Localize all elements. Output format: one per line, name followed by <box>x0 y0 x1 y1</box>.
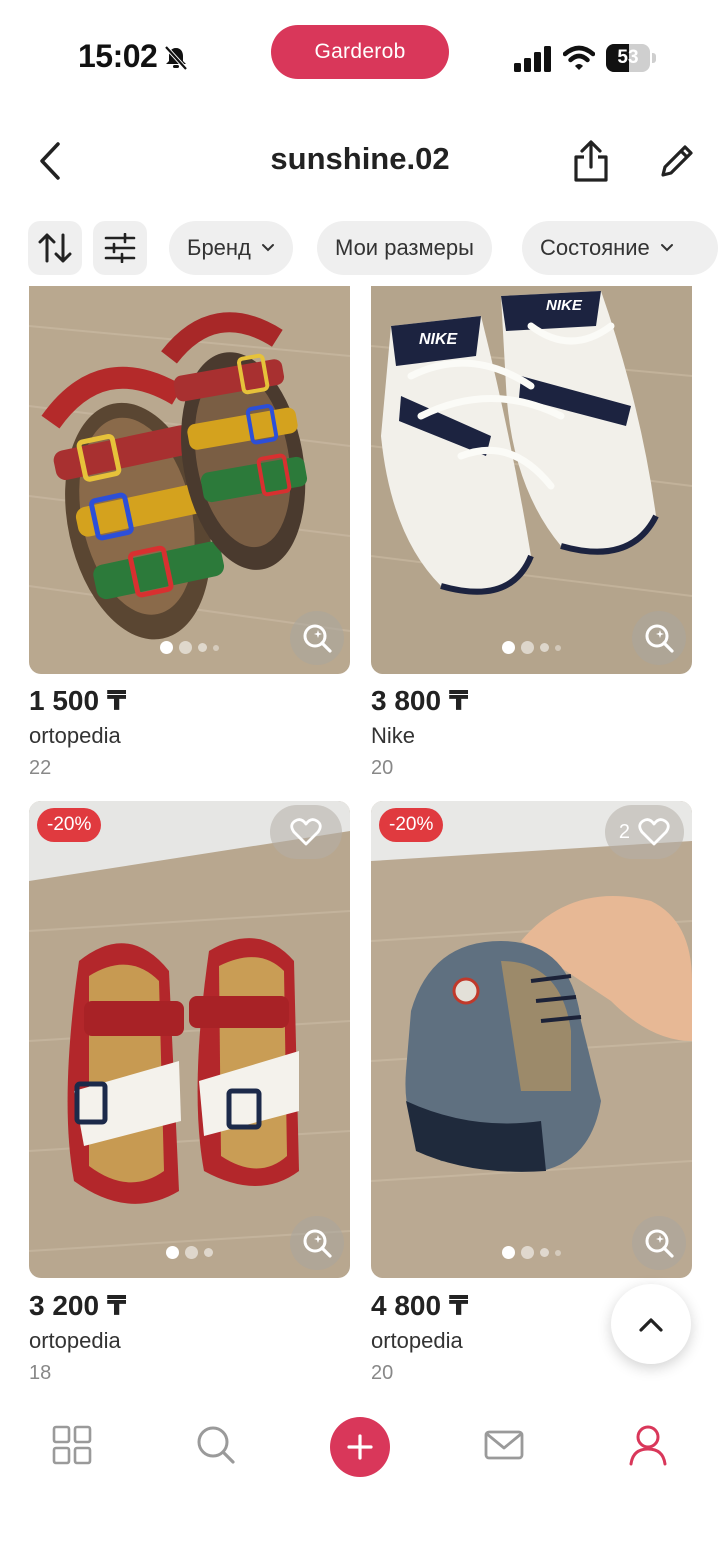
battery-icon: 53 <box>606 44 656 72</box>
product-brand: ortopedia <box>29 723 121 748</box>
product-image[interactable]: NIKE NIKE <box>371 286 692 674</box>
back-button[interactable] <box>28 135 72 187</box>
nav-search[interactable] <box>184 1413 248 1477</box>
product-image[interactable] <box>29 286 350 674</box>
product-brand: Nike <box>371 723 416 748</box>
product-card[interactable]: -20% 3 200 ₸ ortopedia 18 <box>29 801 350 1386</box>
product-brand: ortopedia <box>371 1328 463 1353</box>
zoom-button[interactable] <box>290 1216 344 1270</box>
product-price: 4 800 ₸ <box>371 1290 469 1321</box>
heart-icon <box>638 818 670 846</box>
profile-icon <box>629 1425 667 1466</box>
sliders-icon <box>104 233 136 263</box>
share-icon <box>574 140 608 182</box>
chevron-down-icon <box>660 244 673 252</box>
bell-slash-icon <box>164 45 188 71</box>
battery-level: 53 <box>617 47 639 68</box>
mail-icon <box>484 1430 524 1460</box>
status-bar: 15:02 Garderob 53 <box>0 0 720 110</box>
share-button[interactable] <box>568 135 614 187</box>
wifi-icon <box>563 45 595 70</box>
plus-icon <box>347 1434 373 1460</box>
sort-arrows-icon <box>38 233 72 263</box>
chevron-up-icon <box>639 1318 663 1332</box>
product-image[interactable]: -20% 2 <box>371 801 692 1278</box>
nav-messages[interactable] <box>472 1413 536 1477</box>
nav-profile[interactable] <box>616 1413 680 1477</box>
discount-badge: -20% <box>379 808 444 842</box>
grid-icon <box>52 1425 92 1465</box>
product-image[interactable]: -20% <box>29 801 350 1278</box>
filter-chip-my-sizes[interactable]: Мои размеры <box>317 221 492 275</box>
favorite-button[interactable]: 2 <box>604 805 684 859</box>
page-title: sunshine.02 <box>270 141 450 176</box>
sort-button[interactable] <box>28 221 82 275</box>
header: sunshine.02 <box>0 125 720 197</box>
chevron-down-icon <box>261 244 274 252</box>
filters-button[interactable] <box>93 221 147 275</box>
zoom-button[interactable] <box>290 611 344 665</box>
product-size: 22 <box>29 757 52 779</box>
edit-pencil-icon <box>661 145 693 177</box>
heart-icon <box>290 818 322 846</box>
scroll-to-top-button[interactable] <box>611 1284 691 1364</box>
zoom-button[interactable] <box>632 1216 686 1270</box>
likes-count: 2 <box>618 820 630 843</box>
filter-bar: Бренд Мои размеры Состояние <box>0 220 720 276</box>
svg-text:NIKE: NIKE <box>419 331 459 348</box>
filter-chip-label: Мои размеры <box>335 235 474 260</box>
svg-text:NIKE: NIKE <box>546 297 583 314</box>
product-brand: ortopedia <box>29 1328 121 1353</box>
product-size: 20 <box>371 757 394 779</box>
blue-boots-photo <box>371 801 692 1278</box>
favorite-button[interactable] <box>270 805 342 859</box>
filter-chip-condition[interactable]: Состояние <box>522 221 718 275</box>
product-price: 3 200 ₸ <box>29 1290 127 1321</box>
nav-catalog[interactable] <box>40 1413 104 1477</box>
signal-icon <box>514 46 551 72</box>
product-size: 18 <box>29 1362 52 1384</box>
app-name-pill[interactable]: Garderob <box>271 25 449 79</box>
zoom-search-icon <box>303 624 332 653</box>
zoom-button[interactable] <box>632 611 686 665</box>
status-time: 15:02 <box>78 38 158 74</box>
zoom-search-icon <box>303 1229 332 1258</box>
search-icon <box>197 1426 235 1464</box>
product-price: 1 500 ₸ <box>29 685 127 716</box>
product-card[interactable]: NIKE NIKE 3 800 ₸ Nike 20 <box>371 286 692 786</box>
filter-chip-label: Состояние <box>540 235 650 260</box>
bottom-nav <box>0 1395 720 1565</box>
nav-add-button[interactable] <box>330 1417 390 1477</box>
discount-badge: -20% <box>37 808 102 842</box>
red-white-sandals-photo <box>29 801 350 1278</box>
filter-chip-brand[interactable]: Бренд <box>169 221 293 275</box>
product-size: 20 <box>371 1362 394 1384</box>
zoom-search-icon <box>645 624 674 653</box>
product-price: 3 800 ₸ <box>371 685 469 716</box>
zoom-search-icon <box>645 1229 674 1258</box>
filter-chip-label: Бренд <box>187 235 251 260</box>
back-chevron-icon <box>40 142 60 180</box>
product-card[interactable]: 1 500 ₸ ortopedia 22 <box>29 286 350 786</box>
edit-button[interactable] <box>654 135 700 187</box>
